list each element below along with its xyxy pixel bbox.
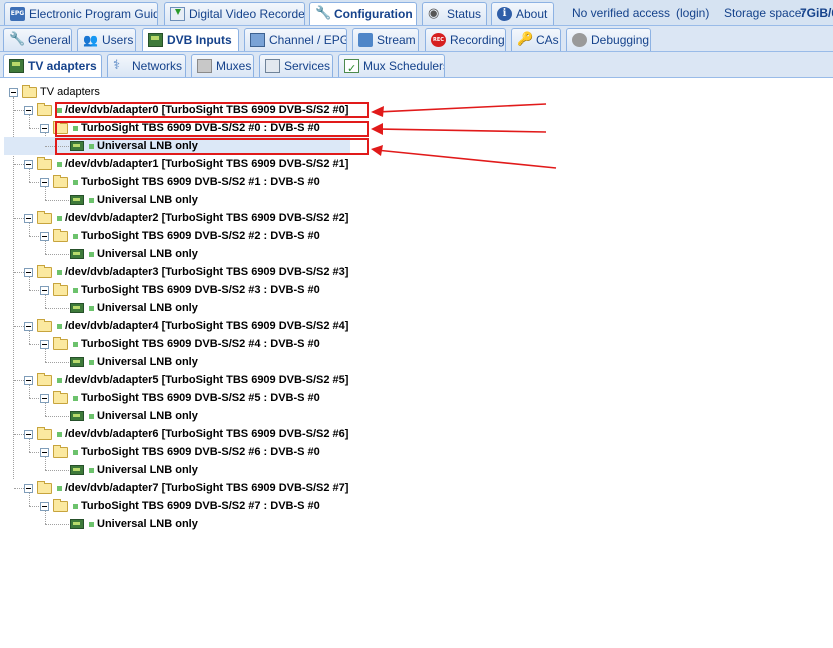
arrow-to-frontend	[375, 128, 547, 133]
annotation-arrows	[371, 103, 557, 169]
arrow-to-lnb	[375, 149, 557, 169]
arrow-to-adapter	[375, 103, 547, 113]
arrowhead-lnb	[371, 145, 383, 156]
arrowhead-frontend	[371, 123, 383, 135]
arrowhead-adapter	[371, 106, 384, 117]
